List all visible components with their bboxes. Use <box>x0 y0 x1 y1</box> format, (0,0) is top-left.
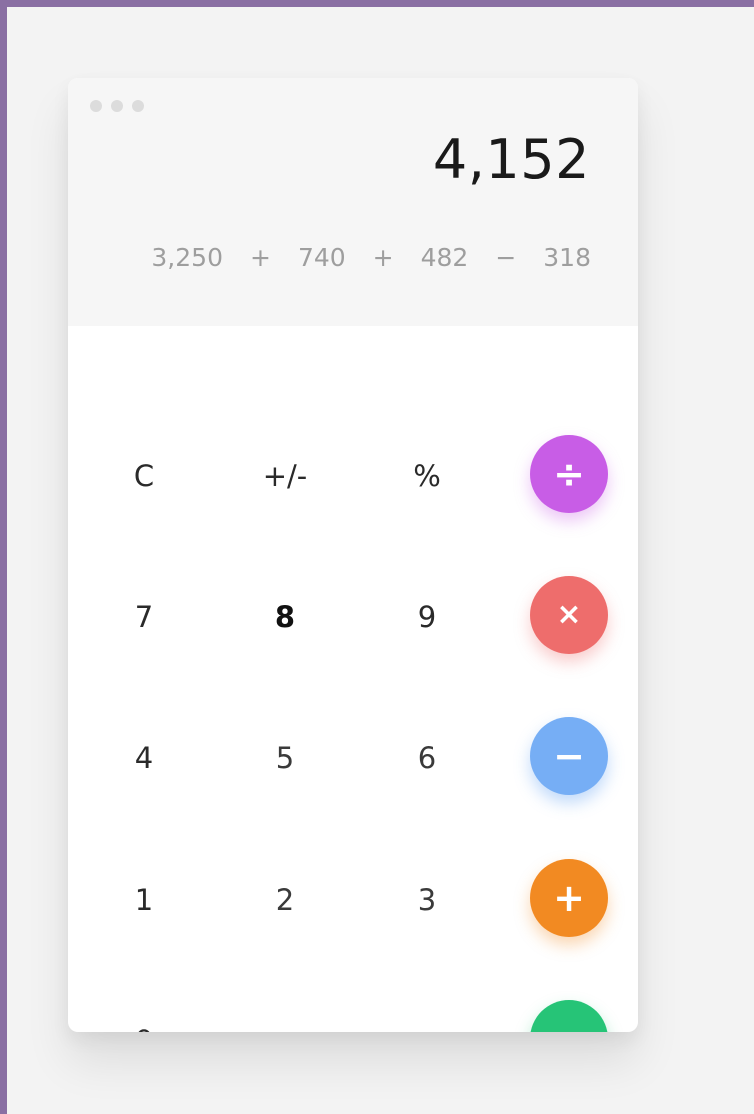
key-5[interactable]: 5 <box>235 708 335 808</box>
expression-number: 318 <box>543 243 591 272</box>
minus-button[interactable]: − <box>530 717 608 795</box>
keypad: C +/- % ÷ 7 8 9 × 4 5 6 − 1 2 3 + 0 · = <box>68 326 638 1032</box>
percent-button[interactable]: % <box>377 426 477 526</box>
key-1[interactable]: 1 <box>94 850 194 950</box>
multiply-button[interactable]: × <box>530 576 608 654</box>
expression-number: 740 <box>297 243 346 272</box>
calculator-window: 4,152 3,250 + 740 + 482 − 318 C +/- % ÷ … <box>68 78 638 1032</box>
expression-operator: − <box>495 243 517 272</box>
window-controls <box>90 100 144 112</box>
expression-display: 3,250 + 740 + 482 − 318 <box>151 241 591 275</box>
window-dot-minimize[interactable] <box>111 100 123 112</box>
key-7[interactable]: 7 <box>94 567 194 667</box>
decimal-button[interactable]: · <box>375 989 475 1032</box>
key-3[interactable]: 3 <box>377 850 477 950</box>
equals-button[interactable]: = <box>530 1000 608 1032</box>
expression-operator: + <box>372 243 394 272</box>
display-panel: 4,152 3,250 + 740 + 482 − 318 <box>68 78 638 326</box>
key-9[interactable]: 9 <box>377 567 477 667</box>
key-2[interactable]: 2 <box>235 850 335 950</box>
key-4[interactable]: 4 <box>94 708 194 808</box>
clear-button[interactable]: C <box>94 426 194 526</box>
key-8[interactable]: 8 <box>235 567 335 667</box>
divide-button[interactable]: ÷ <box>530 435 608 513</box>
plus-button[interactable]: + <box>530 859 608 937</box>
expression-operator: + <box>249 243 271 272</box>
key-0[interactable]: 0 <box>94 991 194 1032</box>
window-dot-close[interactable] <box>90 100 102 112</box>
expression-number: 3,250 <box>151 243 223 272</box>
window-dot-maximize[interactable] <box>132 100 144 112</box>
result-display: 4,152 <box>432 128 590 191</box>
expression-number: 482 <box>420 243 469 272</box>
key-6[interactable]: 6 <box>377 708 477 808</box>
negate-button[interactable]: +/- <box>235 426 335 526</box>
